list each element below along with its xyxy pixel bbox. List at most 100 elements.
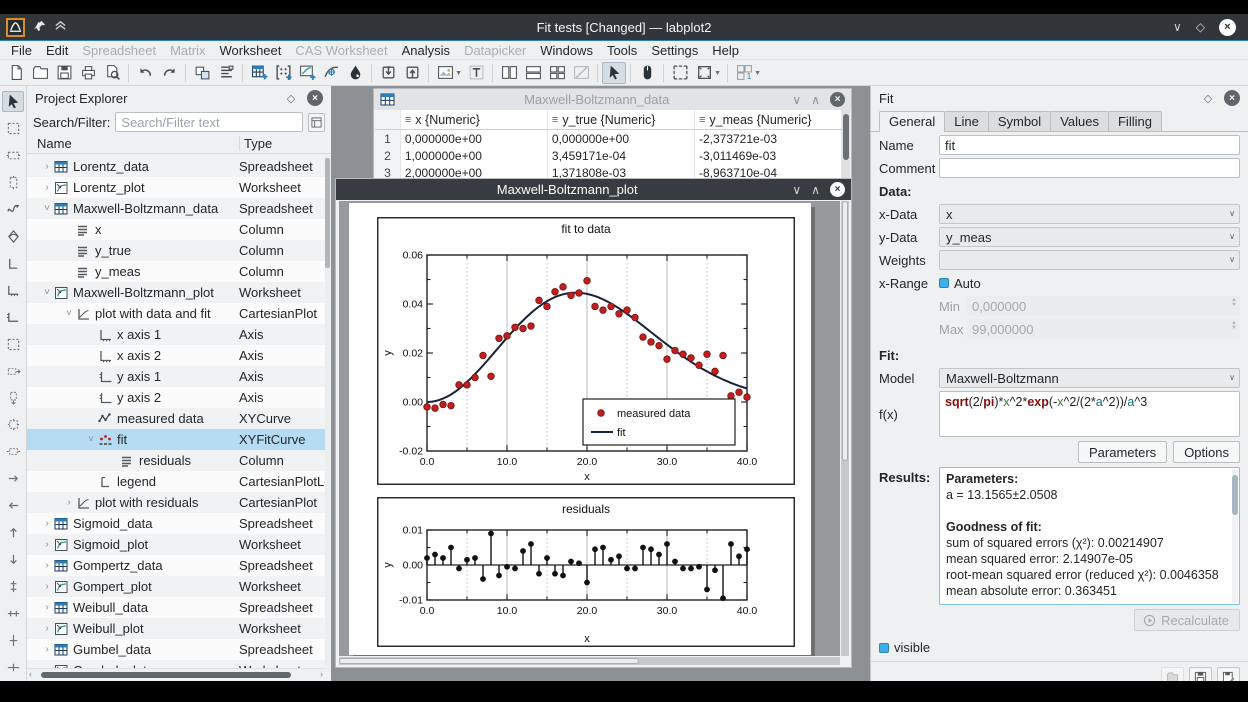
zoom-out-y-button[interactable] <box>2 657 24 678</box>
add-x-axis-button[interactable] <box>2 280 24 301</box>
tree-item-gumbel-plot[interactable]: ›Gumbel_plotWorksheet <box>27 660 325 668</box>
menu-windows[interactable]: Windows <box>533 42 600 59</box>
tab-filling[interactable]: Filling <box>1108 111 1162 131</box>
cell[interactable]: -2,373721e-03 <box>695 130 842 147</box>
menu-tools[interactable]: Tools <box>600 42 644 59</box>
add-curve-button[interactable] <box>2 199 24 220</box>
add-equation-curve-button[interactable] <box>2 226 24 247</box>
save-project-button[interactable] <box>52 62 76 84</box>
shift-up-y-button[interactable] <box>2 522 24 543</box>
float-dock-icon[interactable]: ◇ <box>1200 90 1216 106</box>
expander-icon[interactable]: › <box>41 539 53 550</box>
tree-item-weibull-plot[interactable]: ›Weibull_plotWorksheet <box>27 618 325 639</box>
tree-header[interactable]: Name Type <box>27 134 331 154</box>
window-minimize-icon[interactable]: ∨ <box>792 184 801 196</box>
expander-icon[interactable]: ˅ <box>85 434 97 445</box>
comment-field[interactable] <box>939 158 1240 178</box>
tree-item-fit[interactable]: ˅fitXYFitCurve <box>27 429 325 450</box>
tree-item-x[interactable]: xColumn <box>27 219 325 240</box>
shift-right-x-button[interactable] <box>2 495 24 516</box>
name-field[interactable] <box>939 135 1240 155</box>
tree-item-maxwell-boltzmann-data[interactable]: ˅Maxwell-Boltzmann_dataSpreadsheet <box>27 198 325 219</box>
window-close-icon[interactable]: × <box>830 92 845 107</box>
xrange-auto-checkbox[interactable] <box>939 278 949 288</box>
column-header[interactable]: ≡x {Numeric} <box>401 110 548 129</box>
spreadsheet-table[interactable]: ≡x {Numeric}≡y_true {Numeric}≡y_meas {Nu… <box>375 110 842 179</box>
expander-icon[interactable]: › <box>41 623 53 634</box>
minimize-button[interactable]: ∨ <box>1173 21 1182 33</box>
tree-item-plot-with-data-and-fit[interactable]: ˅plot with data and fitCartesianPlot <box>27 303 325 324</box>
export-image-button[interactable]: ▼ <box>433 62 457 84</box>
close-button[interactable]: × <box>1219 19 1236 36</box>
break-layout-button[interactable] <box>569 62 593 84</box>
auto-scale-button[interactable] <box>2 414 24 435</box>
grid-layout-button[interactable] <box>545 62 569 84</box>
expander-icon[interactable]: › <box>63 497 75 508</box>
tab-line[interactable]: Line <box>944 111 989 131</box>
worksheet-window-titlebar[interactable]: Maxwell-Boltzmann_plot ∨ ∧ × <box>336 179 851 200</box>
expander-icon[interactable]: › <box>41 581 53 592</box>
open-project-button[interactable] <box>28 62 52 84</box>
expander-icon[interactable]: ˅ <box>41 203 53 214</box>
worksheet-page[interactable]: fit to data0.010.020.030.040.0xy-0.020.0… <box>349 203 811 655</box>
expander-icon[interactable]: ˅ <box>63 308 75 319</box>
visible-checkbox[interactable] <box>879 643 889 653</box>
print-preview-button[interactable] <box>100 62 124 84</box>
spreadsheet-row[interactable]: 10,000000e+000,000000e+00-2,373721e-03 <box>375 130 842 147</box>
tree-vertical-scrollbar[interactable] <box>325 158 330 666</box>
select-region-button[interactable] <box>668 62 692 84</box>
worksheet-view[interactable]: fit to data0.010.020.030.040.0xy-0.020.0… <box>339 201 840 656</box>
undo-button[interactable] <box>133 62 157 84</box>
cell[interactable]: 1,371808e-03 <box>548 164 695 179</box>
tab-symbol[interactable]: Symbol <box>988 111 1051 131</box>
titlebar[interactable]: Fit tests [Changed] — labplot2 ∨ ◇ × <box>0 14 1248 41</box>
worksheet-vertical-scrollbar[interactable] <box>841 201 849 656</box>
results-scrollbar[interactable] <box>1232 469 1238 603</box>
tree-item-y-meas[interactable]: y_measColumn <box>27 261 325 282</box>
model-combobox[interactable]: Maxwell-Boltzmann∨ <box>939 368 1240 388</box>
select-x-region-button[interactable] <box>2 145 24 166</box>
new-file-button[interactable] <box>4 62 28 84</box>
corner-cell[interactable] <box>375 110 401 129</box>
weights-combobox[interactable]: ∨ <box>939 250 1240 270</box>
options-button[interactable]: Options <box>1173 441 1240 463</box>
zoom-y-select-button[interactable] <box>2 387 24 408</box>
tree-item-gompertz-data[interactable]: ›Gompertz_dataSpreadsheet <box>27 555 325 576</box>
window-restore-icon[interactable]: ∧ <box>811 94 820 106</box>
expander-icon[interactable]: › <box>41 602 53 613</box>
new-worksheet-button[interactable] <box>295 62 319 84</box>
new-matrix-button[interactable] <box>271 62 295 84</box>
maximize-button[interactable]: ◇ <box>1196 21 1205 33</box>
tab-general[interactable]: General <box>879 111 945 132</box>
select-tool-button[interactable] <box>2 91 24 112</box>
formula-editor[interactable]: sqrt(2/pi)*x^2*exp(-x^2/(2*a^2))/a^3 <box>939 391 1240 437</box>
redo-button[interactable] <box>157 62 181 84</box>
shift-left-x-button[interactable] <box>2 468 24 489</box>
tree-item-x-axis-2[interactable]: x axis 2Axis <box>27 345 325 366</box>
add-text-button[interactable] <box>464 62 488 84</box>
filter-options-button[interactable] <box>308 113 325 132</box>
row-number[interactable]: 2 <box>375 147 401 164</box>
new-datapicker-button[interactable] <box>319 62 343 84</box>
zoom-out-axis-button[interactable] <box>2 603 24 624</box>
zoom-in-y-button[interactable] <box>2 630 24 651</box>
crosshair-tool-button[interactable] <box>2 118 24 139</box>
window-minimize-icon[interactable]: ∨ <box>792 94 801 106</box>
parameters-button[interactable]: Parameters <box>1078 441 1167 463</box>
tree-item-measured-data[interactable]: measured dataXYCurve <box>27 408 325 429</box>
vertical-layout-button[interactable] <box>497 62 521 84</box>
column-header[interactable]: ≡y_true {Numeric} <box>548 110 695 129</box>
export-data-button[interactable] <box>400 62 424 84</box>
menu-worksheet[interactable]: Worksheet <box>212 42 288 59</box>
zoom-fit-button[interactable]: ▼ <box>692 62 716 84</box>
zoom-x-select-button[interactable] <box>2 361 24 382</box>
ydata-combobox[interactable]: y_meas∨ <box>939 227 1240 247</box>
min-spinbox[interactable]: 0,000000▲▼ <box>967 296 1240 316</box>
zoom-select-button[interactable] <box>2 334 24 355</box>
select-y-region-button[interactable] <box>2 172 24 193</box>
menu-help[interactable]: Help <box>705 42 746 59</box>
tree-column-type[interactable]: Type <box>239 136 331 151</box>
expander-icon[interactable]: › <box>41 182 53 193</box>
tree-item-residuals[interactable]: residualsColumn <box>27 450 325 471</box>
menu-analysis[interactable]: Analysis <box>395 42 457 59</box>
